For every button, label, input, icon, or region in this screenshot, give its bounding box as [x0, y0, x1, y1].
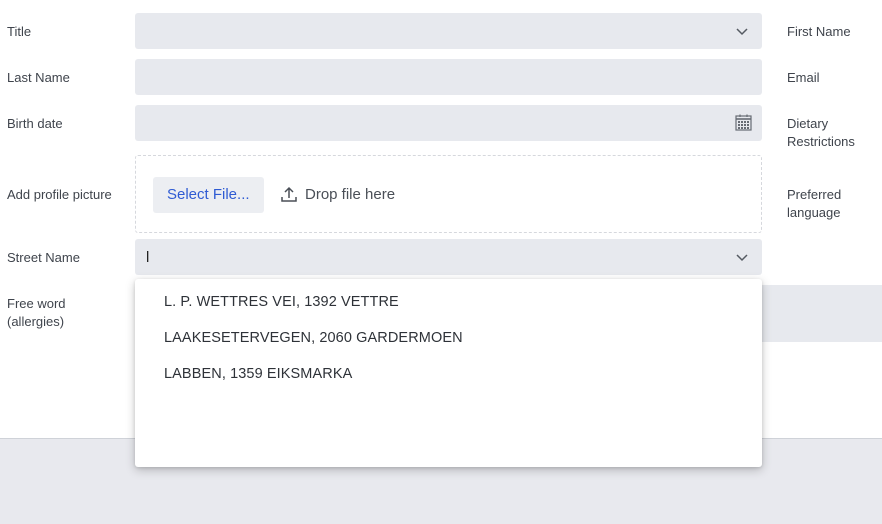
birth-date-label: Birth date	[7, 116, 63, 131]
upload-icon	[281, 186, 297, 202]
email-label: Email	[787, 70, 820, 85]
first-name-label: First Name	[787, 24, 851, 39]
autocomplete-option[interactable]: LABBEN, 1359 EIKSMARKA	[164, 364, 352, 384]
profile-picture-label: Add profile picture	[7, 187, 112, 202]
street-name-label: Street Name	[7, 250, 80, 265]
select-file-button[interactable]: Select File...	[153, 177, 264, 213]
autocomplete-option[interactable]: L. P. WETTRES VEI, 1392 VETTRE	[164, 292, 399, 312]
title-select[interactable]	[135, 13, 762, 49]
street-autocomplete-dropdown: L. P. WETTRES VEI, 1392 VETTRE LAAKESETE…	[135, 279, 762, 467]
chevron-down-icon	[736, 28, 748, 36]
free-word-label: Free word (allergies)	[7, 296, 66, 329]
birth-date-input[interactable]	[135, 105, 762, 141]
drop-hint: Drop file here	[280, 185, 395, 203]
calendar-icon[interactable]	[735, 114, 752, 131]
drop-hint-text: Drop file here	[305, 185, 396, 203]
street-name-combobox[interactable]	[135, 239, 762, 275]
chevron-down-icon[interactable]	[734, 249, 750, 265]
title-label: Title	[7, 24, 32, 39]
free-word-input[interactable]	[762, 285, 882, 342]
street-name-input[interactable]	[146, 239, 726, 275]
last-name-label: Last Name	[7, 70, 70, 85]
language-label: Preferred language	[787, 187, 842, 220]
last-name-input[interactable]	[135, 59, 762, 95]
file-drop-zone[interactable]: Select File... Drop file here	[135, 155, 762, 233]
autocomplete-option[interactable]: LAAKESETERVEGEN, 2060 GARDERMOEN	[164, 328, 463, 348]
dietary-label: Dietary Restrictions	[787, 116, 855, 149]
